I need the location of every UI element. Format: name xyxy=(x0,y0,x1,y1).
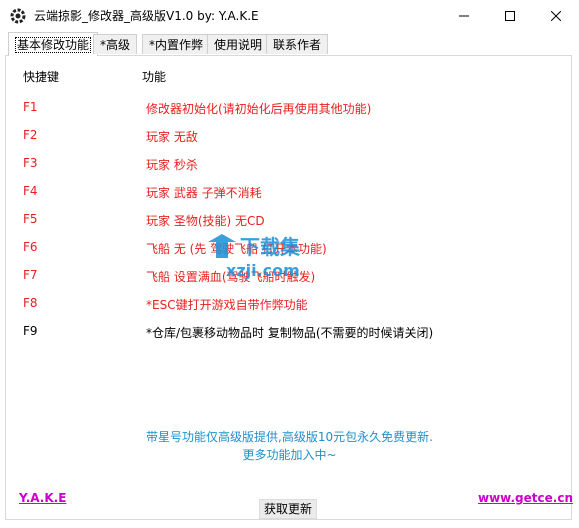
note-line-2: 更多功能加入中~ xyxy=(242,448,337,462)
minimize-button[interactable] xyxy=(441,0,487,31)
tab-label: *内置作弊 xyxy=(149,38,204,52)
watermark-title: 下载集 xyxy=(240,235,301,259)
function-f1[interactable]: 修改器初始化(请初始化后再使用其他功能) xyxy=(146,100,371,117)
hotkey-f4: F4 xyxy=(23,184,38,198)
hotkey-f7: F7 xyxy=(23,268,38,282)
tab-basic[interactable]: 基本修改功能 xyxy=(8,32,99,56)
hotkey-f8: F8 xyxy=(23,296,38,310)
title-bar: 云端掠影_修改器_高级版V1.0 by: Y.A.K.E xyxy=(0,0,579,31)
tab-label: 基本修改功能 xyxy=(15,37,92,53)
website-link[interactable]: www.getce.cn xyxy=(478,491,573,505)
minimize-icon xyxy=(459,11,469,21)
tab-label: 使用说明 xyxy=(214,38,263,52)
maximize-icon xyxy=(505,10,515,21)
watermark-url: xzji.com xyxy=(226,261,300,280)
close-icon xyxy=(551,10,561,21)
tab-advanced[interactable]: *高级 xyxy=(93,34,138,54)
header-hotkey: 快捷键 xyxy=(23,70,60,84)
window-title: 云端掠影_修改器_高级版V1.0 by: Y.A.K.E xyxy=(34,9,259,23)
hotkey-f6: F6 xyxy=(23,240,38,254)
hotkey-f3: F3 xyxy=(23,156,38,170)
hotkey-f2: F2 xyxy=(23,128,38,142)
hotkey-f1: F1 xyxy=(23,100,38,114)
hotkey-f9: F9 xyxy=(23,324,38,338)
function-f3[interactable]: 玩家 秒杀 xyxy=(146,156,198,173)
tab-builtin-cheats[interactable]: *内置作弊 xyxy=(142,34,211,54)
close-button[interactable] xyxy=(533,0,579,31)
watermark-logo: 下载集 xzji.com xyxy=(200,228,330,283)
function-f5[interactable]: 玩家 圣物(技能) 无CD xyxy=(146,212,265,229)
function-f8[interactable]: *ESC键打开游戏自带作弊功能 xyxy=(146,296,308,313)
tab-label: 联系作者 xyxy=(273,38,322,52)
author-link[interactable]: Y.A.K.E xyxy=(19,491,66,505)
hotkey-f5: F5 xyxy=(23,212,38,226)
maximize-button[interactable] xyxy=(487,0,533,31)
function-f2[interactable]: 玩家 无敌 xyxy=(146,128,198,145)
tab-instructions[interactable]: 使用说明 xyxy=(207,34,270,54)
tab-contact[interactable]: 联系作者 xyxy=(266,34,329,54)
get-update-button[interactable]: 获取更新 xyxy=(259,499,317,519)
header-function: 功能 xyxy=(142,70,167,84)
gear-icon xyxy=(10,8,26,24)
function-f9[interactable]: *仓库/包裹移动物品时 复制物品(不需要的时候请关闭) xyxy=(146,324,433,341)
function-f4[interactable]: 玩家 武器 子弹不消耗 xyxy=(146,184,262,201)
tab-label: *高级 xyxy=(100,38,131,52)
note-line-1: 带星号功能仅高级版提供,高级版10元包永久免费更新. xyxy=(146,430,433,444)
